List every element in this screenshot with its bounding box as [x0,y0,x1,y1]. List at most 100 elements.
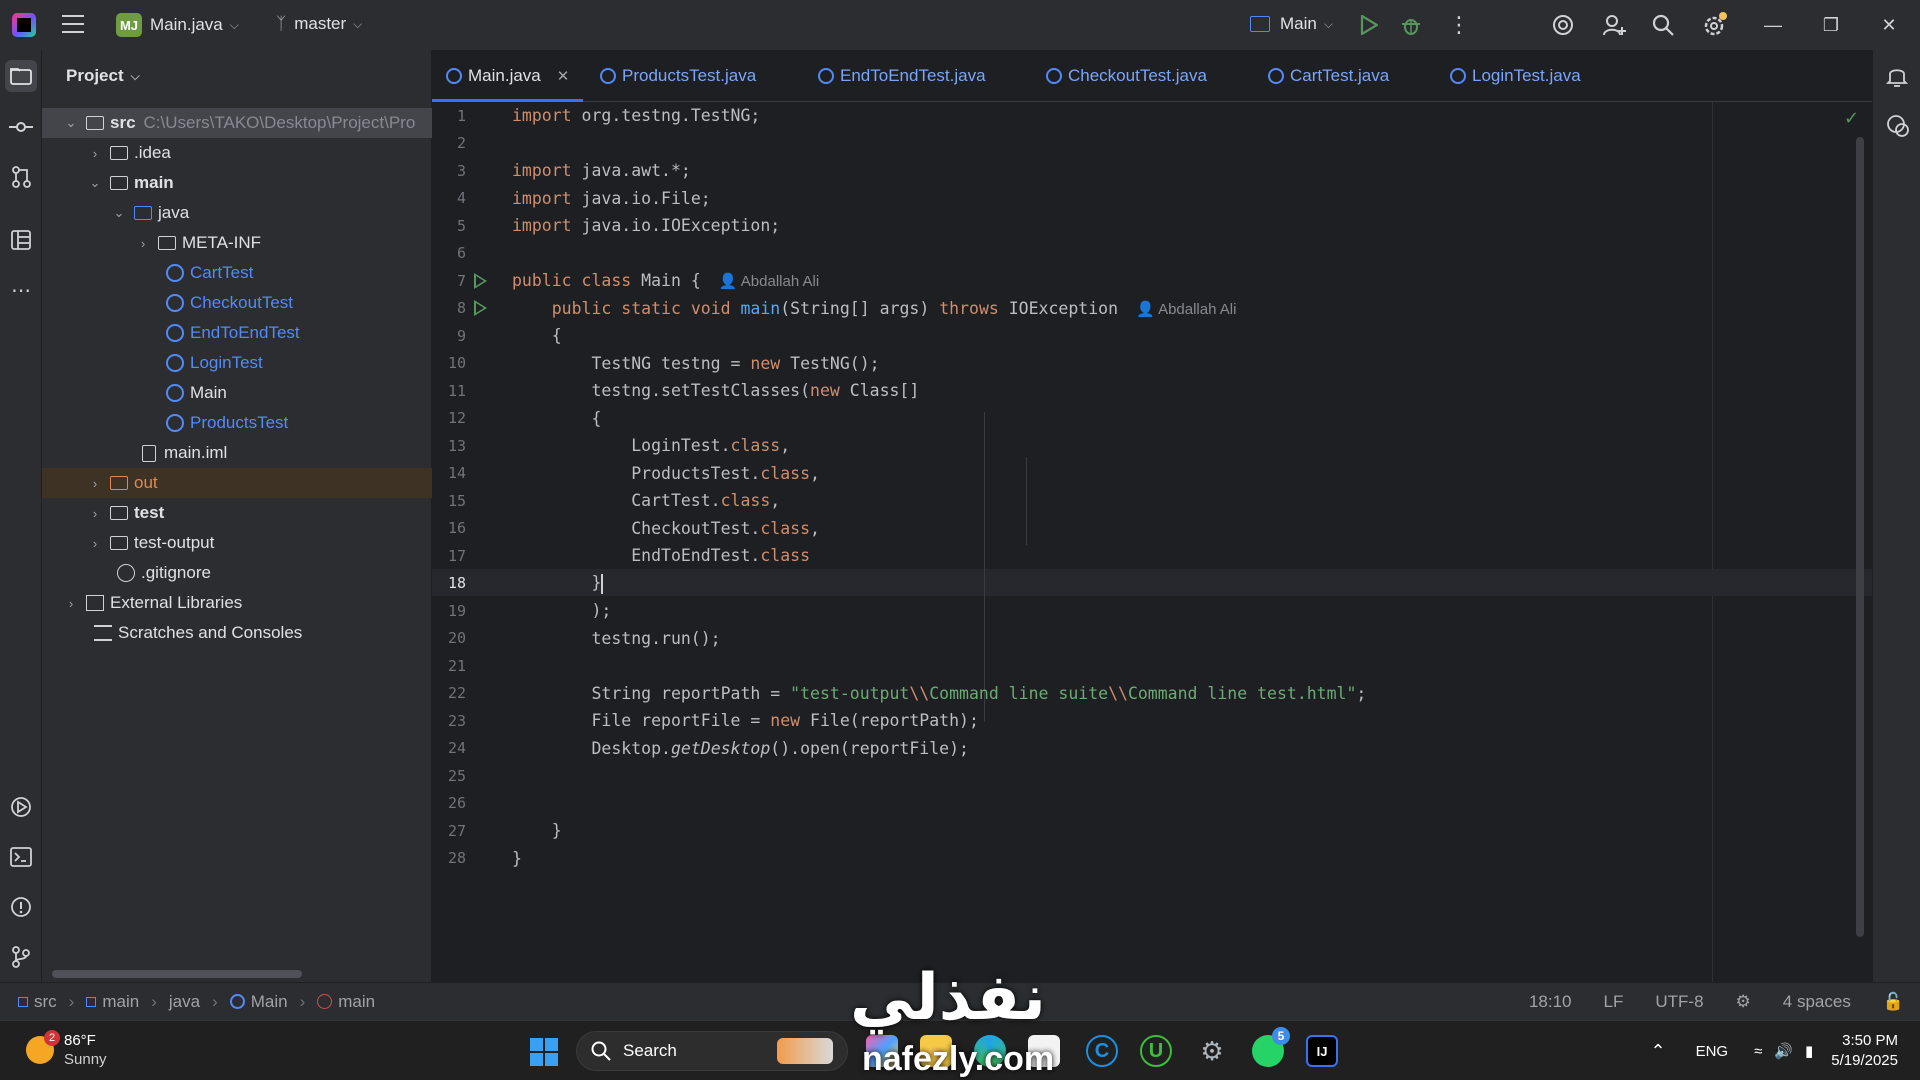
microsoft-store-icon[interactable] [1028,1035,1060,1067]
tree-item-idea[interactable]: › .idea [42,138,432,168]
more-actions-icon[interactable]: ⋮ [1448,12,1470,38]
read-only-lock-icon[interactable]: 🔓 [1883,992,1904,1012]
tree-item-gitignore[interactable]: .gitignore [42,558,432,588]
expand-arrow-icon[interactable]: › [88,476,102,491]
tree-item-main[interactable]: ⌄ main [42,168,432,198]
code-line-current: 18 } [432,570,1872,598]
weather-widget[interactable]: 2 86°F Sunny [26,1030,107,1069]
breadcrumb-item-src[interactable]: src [34,992,57,1012]
taskbar-search[interactable]: Search [576,1031,848,1071]
debug-icon[interactable] [1400,14,1422,36]
more-tools-icon[interactable]: ⋯ [9,278,33,302]
minimize-button[interactable]: — [1744,0,1802,50]
git-icon[interactable] [9,945,33,969]
tree-item-main-iml[interactable]: main.iml [42,438,432,468]
tab-carttest-java[interactable]: CartTest.java [1268,50,1389,102]
tree-item-java[interactable]: ⌄ java [42,198,432,228]
main-menu-icon[interactable] [62,15,84,33]
copilot-icon[interactable] [866,1035,898,1067]
tree-item-productstest[interactable]: ProductsTest [42,408,432,438]
horizontal-scrollbar[interactable] [52,970,302,978]
breadcrumb-item-java[interactable]: java [169,992,200,1012]
tree-item-test-output[interactable]: › test-output [42,528,432,558]
search-icon[interactable] [1652,14,1674,36]
project-panel-header[interactable]: Project ⌵ [42,50,431,102]
tree-item-scratches[interactable]: Scratches and Consoles [42,618,432,648]
pull-requests-icon[interactable] [9,165,33,189]
tab-productstest-java[interactable]: ProductsTest.java [600,50,756,102]
tab-main-java[interactable]: Main.java ✕ [432,50,584,102]
code-editor[interactable]: ✓ 1 import org.testng.TestNG; 2 3 import j… [432,102,1872,982]
tree-item-test[interactable]: › test [42,498,432,528]
expand-arrow-icon[interactable]: › [64,596,78,611]
branch-switcher[interactable]: ᛉ master ⌵ [276,14,362,34]
close-button[interactable]: ✕ [1860,0,1918,50]
tree-item-meta-inf[interactable]: › META-INF [42,228,432,258]
ccleaner-icon[interactable]: C [1086,1035,1118,1067]
add-user-icon[interactable] [1602,13,1626,37]
intellij-taskbar-icon[interactable]: IJ [1306,1035,1338,1067]
restore-button[interactable]: ❐ [1802,0,1860,50]
tree-item-out[interactable]: › out [42,468,432,498]
expand-arrow-icon[interactable]: ⌄ [64,115,78,131]
tab-label: CartTest.java [1290,66,1390,85]
wifi-icon[interactable]: ≈ [1754,1043,1762,1060]
settings-gear-icon[interactable]: ⚙ [1196,1035,1228,1067]
run-gutter-icon[interactable] [474,272,487,289]
run-icon[interactable] [1360,15,1378,35]
windows-start-icon[interactable] [530,1038,558,1066]
tab-logintest-java[interactable]: LoginTest.java [1450,50,1581,102]
tab-endtoendtest-java[interactable]: EndToEndTest.java [818,50,986,102]
author-hint[interactable]: 👤 Abdallah Ali [719,273,819,290]
expand-arrow-icon[interactable]: ⌄ [88,175,102,191]
tree-item-checkouttest[interactable]: CheckoutTest [42,288,432,318]
upwork-icon[interactable]: U [1140,1035,1172,1067]
code-style-icon[interactable]: ⚙ [1736,992,1751,1012]
breadcrumb-separator-icon: › [68,991,75,1011]
file-encoding[interactable]: UTF-8 [1655,992,1703,1012]
expand-arrow-icon[interactable]: › [88,536,102,551]
terminal-icon[interactable] [9,845,33,869]
tree-item-external-libraries[interactable]: › External Libraries [42,588,432,618]
expand-arrow-icon[interactable]: › [88,146,102,161]
problems-icon[interactable] [9,895,33,919]
tab-checkouttest-java[interactable]: CheckoutTest.java [1046,50,1207,102]
tree-item-main-class[interactable]: Main [42,378,432,408]
breadcrumb-item-main-method[interactable]: main [338,992,375,1012]
expand-arrow-icon[interactable]: › [136,236,150,251]
project-tool-icon[interactable] [5,60,37,92]
breadcrumb-item-main-class[interactable]: Main [251,992,288,1012]
tree-item-endtoendtest[interactable]: EndToEndTest [42,318,432,348]
settings-gear-icon[interactable] [1702,12,1728,38]
run-config-selector[interactable]: Main ⌵ [1250,14,1333,34]
ai-chat-icon[interactable] [1886,114,1910,138]
author-hint[interactable]: 👤 Abdallah Ali [1136,301,1236,318]
tray-overflow-chevron-icon[interactable]: ⌃ [1650,1041,1665,1062]
volume-icon[interactable]: 🔊 [1774,1042,1793,1060]
ai-assistant-icon[interactable] [1552,14,1574,36]
indent-setting[interactable]: 4 spaces [1783,992,1851,1012]
commit-icon[interactable] [9,115,33,139]
services-icon[interactable] [9,795,33,819]
line-separator[interactable]: LF [1604,992,1624,1012]
expand-arrow-icon[interactable]: › [88,506,102,521]
intellij-logo-icon[interactable] [12,13,36,37]
edge-browser-icon[interactable] [974,1035,1006,1067]
run-gutter-icon[interactable] [474,300,487,317]
tree-item-carttest[interactable]: CartTest [42,258,432,288]
close-tab-icon[interactable]: ✕ [557,67,570,85]
battery-icon[interactable]: ▮ [1805,1042,1813,1060]
tree-item-logintest[interactable]: LoginTest [42,348,432,378]
file-explorer-icon[interactable] [920,1035,952,1067]
notifications-bell-icon[interactable] [1886,64,1908,88]
caret-position[interactable]: 18:10 [1529,992,1572,1012]
breadcrumb-item-main[interactable]: main [102,992,139,1012]
tree-item-label: Main [190,383,227,402]
structure-icon[interactable] [9,228,33,252]
whatsapp-icon[interactable]: 5 [1252,1027,1290,1067]
clock[interactable]: 3:50 PM 5/19/2025 [1831,1031,1898,1071]
tree-item-src[interactable]: ⌄ src C:\Users\TAKO\Desktop\Project\Pro [42,108,432,138]
language-indicator[interactable]: ENG [1696,1043,1729,1060]
project-switcher[interactable]: MJ Main.java ⌵ [116,13,239,37]
expand-arrow-icon[interactable]: ⌄ [112,205,126,221]
